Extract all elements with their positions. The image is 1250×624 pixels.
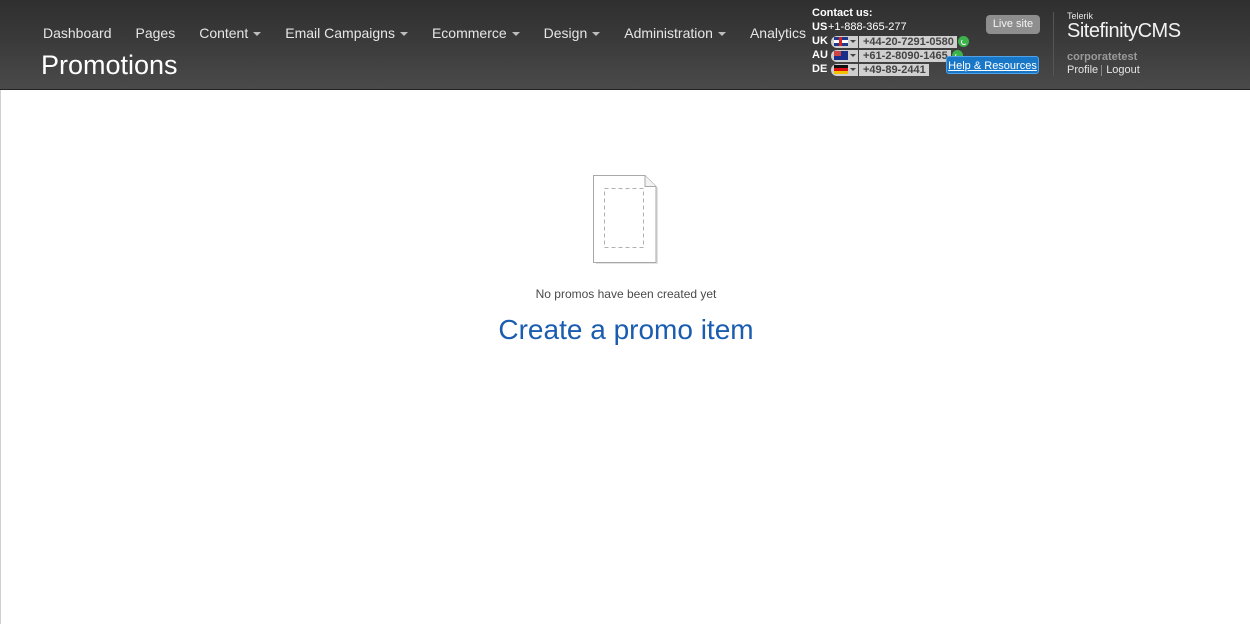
main-nav: Dashboard Pages Content Email Campaigns … xyxy=(31,24,818,42)
nav-item-pages[interactable]: Pages xyxy=(124,24,188,42)
nav-item-label: Pages xyxy=(135,25,176,41)
caret-down-icon xyxy=(399,31,408,36)
nav-item-content[interactable]: Content xyxy=(187,24,273,42)
nav-item-label: Design xyxy=(543,25,588,41)
de-flag-icon xyxy=(834,65,848,74)
contact-row-au: AU +61-2-8090-1465 xyxy=(812,49,963,62)
nav-item-label: Email Campaigns xyxy=(285,25,395,41)
brand-name: Sitefinity xyxy=(1067,20,1138,42)
caret-down-icon xyxy=(592,31,601,36)
live-site-button[interactable]: Live site xyxy=(986,15,1040,34)
uk-flag-icon xyxy=(834,37,848,46)
nav-item-design[interactable]: Design xyxy=(532,24,613,42)
user-links: Profile Logout xyxy=(1067,64,1140,76)
phone-number: +49-89-2441 xyxy=(859,63,929,76)
contact-row-us: US +1-888-365-277 xyxy=(812,21,907,34)
page-title: Promotions xyxy=(41,50,178,80)
link-separator xyxy=(1101,65,1103,76)
nav-item-label: Dashboard xyxy=(43,25,112,41)
top-header: Dashboard Pages Content Email Campaigns … xyxy=(0,0,1250,90)
country-code: AU xyxy=(812,49,828,61)
brand-product: SitefinityCMS xyxy=(1067,21,1217,42)
header-divider xyxy=(1053,12,1054,76)
empty-document-icon xyxy=(593,175,658,264)
nav-item-email-campaigns[interactable]: Email Campaigns xyxy=(273,24,420,42)
nav-item-label: Ecommerce xyxy=(431,25,507,41)
brand-logo: Telerik SitefinityCMS xyxy=(1067,11,1217,42)
country-code: DE xyxy=(812,63,828,75)
nav-item-analytics[interactable]: Analytics xyxy=(738,24,818,42)
profile-link[interactable]: Profile xyxy=(1067,64,1098,76)
caret-down-icon xyxy=(511,31,520,36)
nav-item-label: Content xyxy=(199,25,249,41)
country-selector[interactable] xyxy=(831,35,858,48)
au-flag-icon xyxy=(834,51,848,60)
nav-item-ecommerce[interactable]: Ecommerce xyxy=(420,24,532,42)
caret-down-icon xyxy=(717,31,726,36)
caret-down-icon xyxy=(850,68,856,71)
contact-row-uk: UK +44-20-7291-0580 xyxy=(812,35,969,48)
phone-number: +44-20-7291-0580 xyxy=(859,35,957,48)
nav-item-administration[interactable]: Administration xyxy=(612,24,738,42)
nav-item-dashboard[interactable]: Dashboard xyxy=(31,24,124,42)
brand-suffix: CMS xyxy=(1137,20,1181,42)
country-selector[interactable] xyxy=(831,49,858,62)
country-selector[interactable] xyxy=(831,63,858,76)
account-name: corporatetest xyxy=(1067,51,1138,63)
caret-down-icon xyxy=(850,40,856,43)
nav-item-label: Analytics xyxy=(749,25,806,41)
phone-icon[interactable] xyxy=(957,36,969,47)
create-promo-link[interactable]: Create a promo item xyxy=(0,313,1250,347)
nav-item-label: Administration xyxy=(624,25,713,41)
caret-down-icon xyxy=(253,31,262,36)
contact-title: Contact us: xyxy=(812,7,873,19)
contact-row-de: DE +49-89-2441 xyxy=(812,63,929,76)
phone-number: +61-2-8090-1465 xyxy=(859,49,951,62)
caret-down-icon xyxy=(850,54,856,57)
help-resources-button[interactable]: Help & Resources xyxy=(946,56,1039,74)
content-left-border xyxy=(0,90,1,624)
phone-number: +1-888-365-277 xyxy=(828,21,907,33)
logout-link[interactable]: Logout xyxy=(1106,64,1140,76)
empty-state-message: No promos have been created yet xyxy=(535,287,717,301)
country-code: UK xyxy=(812,35,828,47)
